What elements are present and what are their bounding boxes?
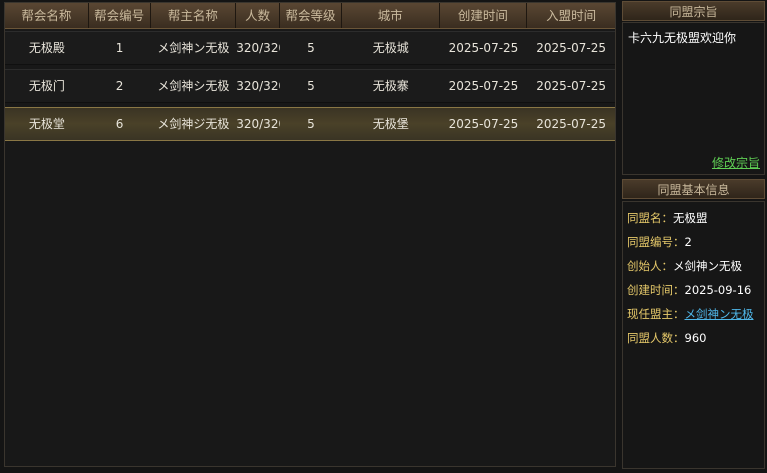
table-row[interactable]: 无极殿 1 メ剑神ン无极 320/320 5 无极城 2025-07-25 20… xyxy=(5,31,615,65)
col-guild-name[interactable]: 帮会名称 xyxy=(5,3,89,28)
cell-members: 320/320 xyxy=(236,79,280,93)
cell-joined: 2025-07-25 xyxy=(536,41,607,55)
cell-guild-id: 2 xyxy=(115,79,124,93)
cell-city: 无极寨 xyxy=(372,79,409,93)
cell-level: 5 xyxy=(307,79,315,93)
col-leader-name[interactable]: 帮主名称 xyxy=(151,3,237,28)
cell-created: 2025-07-25 xyxy=(448,117,519,131)
cell-leader: メ剑神ジ无极 xyxy=(157,117,230,131)
info-founder-line: 创始人：メ剑神ン无极 xyxy=(623,254,764,278)
cell-guild-name: 无极门 xyxy=(28,79,65,93)
cell-joined: 2025-07-25 xyxy=(536,117,607,131)
info-created-label: 创建时间： xyxy=(627,283,685,297)
cell-city: 无极堡 xyxy=(372,117,409,131)
cell-guild-name: 无极堂 xyxy=(28,117,65,131)
table-row[interactable]: 无极门 2 メ剑神シ无极 320/320 5 无极寨 2025-07-25 20… xyxy=(5,69,615,103)
info-id-label: 同盟编号： xyxy=(627,235,685,249)
cell-level: 5 xyxy=(307,117,315,131)
info-title: 同盟基本信息 xyxy=(622,179,765,199)
cell-level: 5 xyxy=(307,41,315,55)
col-level[interactable]: 帮会等级 xyxy=(280,3,342,28)
info-count-value: 960 xyxy=(684,331,707,345)
info-leader-link[interactable]: メ剑神ン无极 xyxy=(685,307,754,321)
info-id-value: 2 xyxy=(684,235,692,249)
cell-guild-id: 1 xyxy=(115,41,124,55)
cell-joined: 2025-07-25 xyxy=(536,79,607,93)
col-joined[interactable]: 入盟时间 xyxy=(527,3,615,28)
cell-guild-name: 无极殿 xyxy=(28,41,65,55)
cell-created: 2025-07-25 xyxy=(448,79,519,93)
cell-city: 无极城 xyxy=(372,41,409,55)
info-id-line: 同盟编号：2 xyxy=(623,230,764,254)
motto-title: 同盟宗旨 xyxy=(622,1,765,21)
col-members[interactable]: 人数 xyxy=(236,3,281,28)
table-header: 帮会名称 帮会编号 帮主名称 人数 帮会等级 城市 创建时间 入盟时间 xyxy=(5,3,615,29)
col-guild-id[interactable]: 帮会编号 xyxy=(89,3,151,28)
info-count-line: 同盟人数：960 xyxy=(623,326,764,350)
cell-leader: メ剑神ン无极 xyxy=(157,41,230,55)
info-created-line: 创建时间：2025-09-16 xyxy=(623,278,764,302)
info-founder-value: メ剑神ン无极 xyxy=(673,259,742,273)
alliance-side-panel: 同盟宗旨 卡六九无极盟欢迎你 修改宗旨 同盟基本信息 同盟名：无极盟 同盟编号：… xyxy=(622,0,765,473)
table-row-selected[interactable]: 无极堂 6 メ剑神ジ无极 320/320 5 无极堡 2025-07-25 20… xyxy=(5,107,615,141)
info-leader-label: 现任盟主： xyxy=(627,307,685,321)
info-name-line: 同盟名：无极盟 xyxy=(623,206,764,230)
col-created[interactable]: 创建时间 xyxy=(440,3,528,28)
info-name-label: 同盟名： xyxy=(627,211,673,225)
info-count-label: 同盟人数： xyxy=(627,331,685,345)
info-name-value: 无极盟 xyxy=(673,211,708,225)
col-city[interactable]: 城市 xyxy=(342,3,440,28)
cell-members: 320/320 xyxy=(236,41,280,55)
info-created-value: 2025-09-16 xyxy=(684,283,752,297)
cell-members: 320/320 xyxy=(236,117,280,131)
cell-leader: メ剑神シ无极 xyxy=(157,79,230,93)
info-leader-line: 现任盟主：メ剑神ン无极 xyxy=(623,302,764,326)
cell-created: 2025-07-25 xyxy=(448,41,519,55)
info-founder-label: 创始人： xyxy=(627,259,673,273)
motto-box: 卡六九无极盟欢迎你 修改宗旨 xyxy=(622,22,765,175)
cell-guild-id: 6 xyxy=(115,117,124,131)
info-box: 同盟名：无极盟 同盟编号：2 创始人：メ剑神ン无极 创建时间：2025-09-1… xyxy=(622,201,765,469)
motto-text: 卡六九无极盟欢迎你 xyxy=(628,31,737,45)
edit-motto-link[interactable]: 修改宗旨 xyxy=(712,154,760,171)
guild-list-panel: 帮会名称 帮会编号 帮主名称 人数 帮会等级 城市 创建时间 入盟时间 无极殿 … xyxy=(4,2,616,467)
